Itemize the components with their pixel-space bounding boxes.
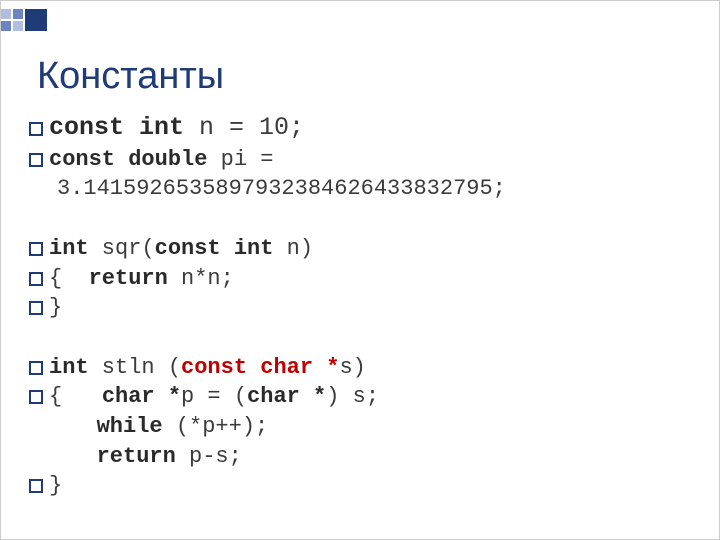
bullet-icon bbox=[29, 242, 43, 256]
slide-title: Константы bbox=[37, 55, 224, 98]
bullet-icon bbox=[29, 390, 43, 404]
code-text: { bbox=[49, 266, 62, 291]
code-text: { bbox=[49, 384, 62, 409]
code-text: n*n; bbox=[168, 266, 234, 291]
bullet-icon bbox=[29, 361, 43, 375]
bullet-icon bbox=[29, 479, 43, 493]
code-line: { return n*n; bbox=[29, 264, 679, 294]
code-text: pi = bbox=[207, 147, 273, 172]
code-line: return p-s; bbox=[29, 442, 679, 472]
blank-line bbox=[29, 323, 679, 353]
code-block: const int n = 10; const double pi = 3.14… bbox=[29, 111, 679, 501]
code-text: p-s; bbox=[176, 444, 242, 469]
code-line: int sqr(const int n) bbox=[29, 234, 679, 264]
code-line: const int n = 10; bbox=[29, 111, 679, 145]
code-text: n) bbox=[273, 236, 313, 261]
square-icon bbox=[1, 21, 11, 31]
code-text: (*p++); bbox=[163, 414, 269, 439]
keyword: while bbox=[97, 414, 163, 439]
code-line: } bbox=[29, 293, 679, 323]
bullet-icon bbox=[29, 272, 43, 286]
code-text: sqr( bbox=[89, 236, 155, 261]
code-text: stln ( bbox=[89, 355, 181, 380]
corner-decoration bbox=[1, 9, 47, 31]
keyword: const int bbox=[155, 236, 274, 261]
bullet-icon bbox=[29, 153, 43, 167]
code-text: p = ( bbox=[181, 384, 247, 409]
keyword: const int bbox=[49, 113, 184, 142]
code-text: ) s; bbox=[326, 384, 379, 409]
code-text: } bbox=[49, 295, 62, 320]
code-line: 3.1415926535897932384626433832795; bbox=[29, 174, 679, 204]
code-line: while (*p++); bbox=[29, 412, 679, 442]
code-line: { char *p = (char *) s; bbox=[29, 382, 679, 412]
square-icon bbox=[25, 9, 47, 31]
square-icon bbox=[13, 9, 23, 19]
code-text: 3.1415926535897932384626433832795; bbox=[57, 176, 506, 201]
keyword-highlight: const char * bbox=[181, 355, 339, 380]
slide: Константы const int n = 10; const double… bbox=[0, 0, 720, 540]
keyword: char * bbox=[247, 384, 326, 409]
code-line: } bbox=[29, 471, 679, 501]
code-line: int stln (const char *s) bbox=[29, 353, 679, 383]
keyword: const double bbox=[49, 147, 207, 172]
square-icon bbox=[1, 9, 11, 19]
keyword: int bbox=[49, 236, 89, 261]
code-text: s) bbox=[339, 355, 365, 380]
blank-line bbox=[29, 204, 679, 234]
keyword: int bbox=[49, 355, 89, 380]
square-icon bbox=[13, 21, 23, 31]
keyword: return bbox=[97, 444, 176, 469]
keyword: return bbox=[89, 266, 168, 291]
bullet-icon bbox=[29, 301, 43, 315]
keyword: char * bbox=[102, 384, 181, 409]
code-text: } bbox=[49, 473, 62, 498]
code-text: n = 10; bbox=[184, 113, 304, 142]
code-line: const double pi = bbox=[29, 145, 679, 175]
bullet-icon bbox=[29, 122, 43, 136]
